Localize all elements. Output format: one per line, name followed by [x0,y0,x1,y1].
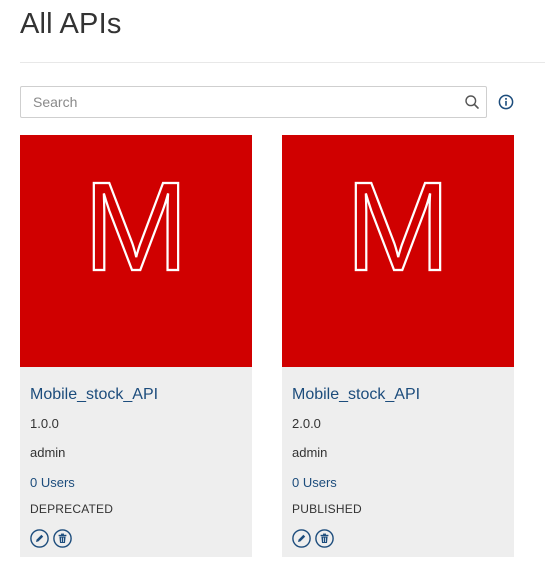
api-users-link[interactable]: 0 Users [292,475,337,490]
delete-button[interactable] [315,529,334,548]
api-owner: admin [292,445,328,460]
api-status: DEPRECATED [30,502,114,516]
api-users-link[interactable]: 0 Users [30,475,75,490]
thumbnail-letter-text: M [346,156,451,297]
api-status: PUBLISHED [292,502,362,516]
trash-icon [320,533,329,543]
thumbnail-letter-text: M [84,156,189,297]
api-name-link[interactable]: Mobile_stock_API [292,386,420,404]
search-input[interactable] [21,87,461,117]
api-version: 1.0.0 [30,416,59,431]
api-thumbnail-letter: M [282,135,514,367]
delete-button[interactable] [53,529,72,548]
search-box[interactable] [20,86,487,118]
trash-icon [58,533,67,543]
api-card: M Mobile_stock_API 1.0.0 admin 0 Users D… [20,135,252,557]
title-divider [20,62,545,63]
api-thumbnail[interactable]: M [282,135,514,367]
api-owner: admin [30,445,66,460]
edit-button[interactable] [30,529,49,548]
info-icon[interactable] [498,94,514,110]
search-icon[interactable] [464,94,480,110]
page-title: All APIs [20,8,122,40]
api-card: M Mobile_stock_API 2.0.0 admin 0 Users P… [282,135,514,557]
api-name-link[interactable]: Mobile_stock_API [30,386,158,404]
api-thumbnail-letter: M [20,135,252,367]
pencil-icon [36,534,44,542]
edit-button[interactable] [292,529,311,548]
api-thumbnail[interactable]: M [20,135,252,367]
pencil-icon [298,534,306,542]
api-version: 2.0.0 [292,416,321,431]
